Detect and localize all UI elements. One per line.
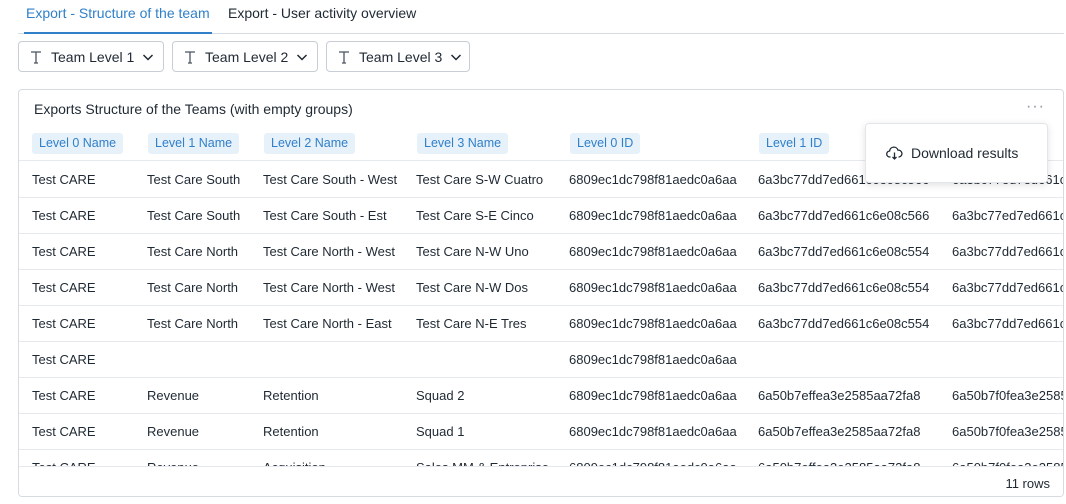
table-cell: Test Care North xyxy=(147,316,239,331)
table-cell: Test Care North xyxy=(147,280,239,295)
table-cell: Test CARE xyxy=(32,352,96,367)
table-cell: Squad 1 xyxy=(416,424,465,439)
column-header-level-1-id[interactable]: Level 1 ID xyxy=(759,133,830,154)
table-cell: Test Care N-W Uno xyxy=(416,244,529,259)
table-cell: 6a3bc77dd7ed661c6e08c5 xyxy=(952,316,1064,331)
table-cell: Retention xyxy=(263,424,319,439)
table-cell: 6809ec1dc798f81aedc0a6aa xyxy=(569,450,752,466)
table-cell: Test CARE xyxy=(32,388,96,403)
table-row[interactable]: Test CARE Test Care South Test Care South … xyxy=(19,198,1064,234)
table-cell: 6a50b7f0fea3e2585aa72f xyxy=(952,424,1063,439)
table-cell: 6a50b7effea3e2585aa72fa8 xyxy=(758,450,946,466)
table-cell: Test Care N-W Dos xyxy=(416,280,528,295)
table-row[interactable]: Test CARE Test Care North Test Care North … xyxy=(19,306,1064,342)
table-cell xyxy=(416,342,563,378)
table-cell: Test Care N-E Tres xyxy=(416,316,527,331)
table-cell: Test Care South xyxy=(147,172,241,187)
cloud-download-icon xyxy=(886,146,903,160)
table-cell: 6a50b7effea3e2585aa72fa8 xyxy=(758,424,921,439)
table-row[interactable]: Test CARE Test Care North Test Care North … xyxy=(19,234,1064,270)
chevron-down-icon xyxy=(297,53,308,61)
row-count: 11 rows xyxy=(1005,476,1050,491)
column-header-level-2-name[interactable]: Level 2 Name xyxy=(264,133,356,154)
table-cell: 6a3bc77dd7ed661c6e08c5 xyxy=(952,280,1064,295)
table-cell: Revenue xyxy=(147,424,200,439)
table-cell: Test Care North - East xyxy=(263,316,392,331)
table-cell: Retention xyxy=(263,388,319,403)
filter-label: Team Level 1 xyxy=(51,48,135,65)
table-cell: 6a3bc77dd7ed661c6e08c5 xyxy=(952,244,1064,259)
download-menu: Download results xyxy=(865,123,1048,183)
table-cell: 6a50b7effea3e2585aa72fa8 xyxy=(758,388,921,403)
table-cell: 6809ec1dc798f81aedc0a6aa xyxy=(569,172,737,187)
table-cell xyxy=(758,342,946,378)
table-cell: Test CARE xyxy=(32,244,96,259)
chevron-down-icon xyxy=(143,53,154,61)
table-cell: Test CARE xyxy=(32,424,96,439)
table-cell: Test CARE xyxy=(32,208,96,223)
table-cell: Revenue xyxy=(147,450,257,466)
table-row[interactable]: Test CARE Revenue Retention Squad 2 6809ec1d… xyxy=(19,378,1063,414)
table-cell: Test Care North - West xyxy=(263,280,395,295)
panel-title: Exports Structure of the Teams (with emp… xyxy=(34,101,353,117)
table-footer: 11 rows xyxy=(19,466,1063,496)
table-cell: Test CARE xyxy=(32,316,96,331)
table-cell: 6a50b7f0fea3e2585aa72f xyxy=(952,388,1063,403)
table-cell: 6a3bc77dd7ed661c6e08c554 xyxy=(758,244,930,259)
download-results-label: Download results xyxy=(911,145,1019,161)
more-options-icon[interactable]: ··· xyxy=(1026,98,1045,116)
chevron-down-icon xyxy=(451,53,462,61)
table-cell: Acquisition xyxy=(263,450,410,466)
table-cell: Test CARE xyxy=(32,172,96,187)
table-cell: Test Care South - West xyxy=(263,172,398,187)
column-header-level-3-name[interactable]: Level 3 Name xyxy=(417,133,509,154)
filter-team-level-1[interactable]: Team Level 1 xyxy=(18,41,164,72)
table-cell: Test Care North xyxy=(147,244,239,259)
table-cell: 6809ec1dc798f81aedc0a6aa xyxy=(569,316,737,331)
download-results-button[interactable]: Download results xyxy=(866,124,1047,182)
table-cell: 6809ec1dc798f81aedc0a6aa xyxy=(569,352,737,367)
filter-team-level-3[interactable]: Team Level 3 xyxy=(326,41,470,72)
table-cell: 6809ec1dc798f81aedc0a6aa xyxy=(569,388,737,403)
text-type-icon xyxy=(339,50,349,64)
tab-export-structure[interactable]: Export - Structure of the team xyxy=(24,5,212,34)
table-cell: 6809ec1dc798f81aedc0a6aa xyxy=(569,280,737,295)
text-type-icon xyxy=(31,50,41,64)
column-header-level-1-name[interactable]: Level 1 Name xyxy=(148,133,240,154)
table-body: Test CARE Test Care South Test Care South … xyxy=(19,162,1064,466)
table-cell: 6a3bc77dd7ed661c6e08c554 xyxy=(758,316,930,331)
table-cell xyxy=(263,342,410,378)
table-cell xyxy=(147,342,257,378)
tab-bar: Export - Structure of the team Export - … xyxy=(18,0,1064,34)
table-cell: Test Care South xyxy=(147,208,241,223)
tab-export-user-activity[interactable]: Export - User activity overview xyxy=(228,5,416,34)
table-cell: 6809ec1dc798f81aedc0a6aa xyxy=(569,244,737,259)
table-row[interactable]: Test CARE Revenue Acquisition Sales MM & En… xyxy=(19,450,1063,466)
table-cell: 6a3bc77dd7ed661c6e08c554 xyxy=(758,280,930,295)
table-cell: 6809ec1dc798f81aedc0a6aa xyxy=(569,208,737,223)
filter-label: Team Level 3 xyxy=(359,48,443,65)
filter-label: Team Level 2 xyxy=(205,48,289,65)
table-cell: Test Care South - Est xyxy=(263,208,387,223)
table-cell: 6809ec1dc798f81aedc0a6aa xyxy=(569,424,737,439)
column-header-level-0-name[interactable]: Level 0 Name xyxy=(32,133,124,154)
table-cell: Sales MM & Entreprise xyxy=(416,450,563,466)
table-cell: Test CARE xyxy=(32,450,141,466)
table-cell: 6a50b7f0fea3e2585aa72f xyxy=(952,450,1063,466)
table-cell: Test Care North - West xyxy=(263,244,395,259)
table-row[interactable]: Test CARE 6809ec1dc798f81aedc0a6aa xyxy=(19,342,1063,378)
table-row[interactable]: Test CARE Test Care North Test Care North … xyxy=(19,270,1064,306)
table-cell: Test CARE xyxy=(32,280,96,295)
table-cell: Squad 2 xyxy=(416,388,465,403)
table-row[interactable]: Test CARE Revenue Retention Squad 1 6809ec1d… xyxy=(19,414,1063,450)
table-cell: Test Care S-W Cuatro xyxy=(416,172,544,187)
table-cell: 6a3bc77dd7ed661c6e08c566 xyxy=(758,208,930,223)
filter-team-level-2[interactable]: Team Level 2 xyxy=(172,41,318,72)
table-cell: Revenue xyxy=(147,388,200,403)
table-cell: Test Care S-E Cinco xyxy=(416,208,534,223)
text-type-icon xyxy=(185,50,195,64)
table-cell xyxy=(952,342,1063,378)
table-cell: 6a3bc77ed7ed661c6e08c5 xyxy=(952,208,1064,223)
column-header-level-0-id[interactable]: Level 0 ID xyxy=(570,133,641,154)
